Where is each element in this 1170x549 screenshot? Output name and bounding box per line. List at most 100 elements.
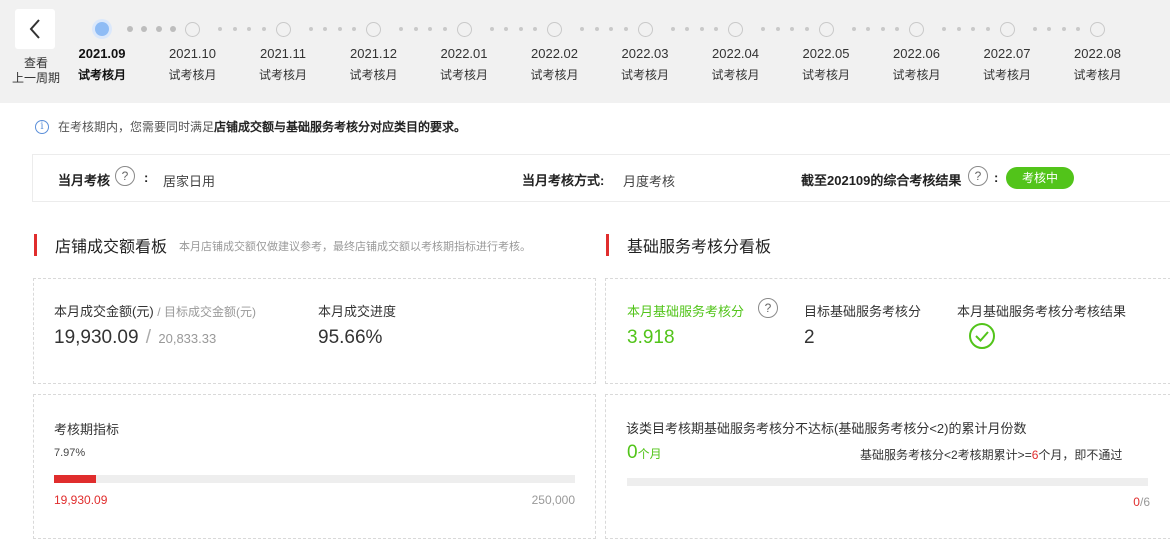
timeline-connector-dot — [413, 27, 418, 31]
timeline-node[interactable] — [365, 20, 383, 38]
info-icon: i — [35, 119, 49, 134]
chevron-left-icon — [29, 19, 40, 39]
timeline-connector-dot — [261, 27, 266, 31]
timeline-month[interactable]: 2022.02 — [515, 46, 595, 61]
timeline-node[interactable] — [727, 20, 745, 38]
timeline-node[interactable] — [817, 20, 835, 38]
timeline-connector-dot — [442, 27, 447, 31]
timeline-connector-dot — [804, 27, 809, 31]
assessment-info-row: 当月考核 ? : 居家日用 当月考核方式: 月度考核 截至202109的综合考核… — [32, 154, 1170, 202]
status-badge: 考核中 — [1006, 167, 1074, 189]
monthly-progress-label: 本月成交进度 — [318, 304, 397, 319]
fail-counter: 0/6 — [1133, 495, 1150, 509]
timeline-connector-dot — [775, 27, 780, 31]
timeline-status: 试考核月 — [258, 68, 307, 82]
timeline-status: 试考核月 — [801, 68, 850, 82]
timeline-node[interactable] — [274, 20, 292, 38]
timeline-connector-dot — [866, 27, 870, 31]
timeline-month[interactable]: 2022.01 — [424, 46, 504, 61]
timeline-month[interactable]: 2022.06 — [877, 46, 957, 61]
period-progress-fill — [54, 475, 96, 483]
timeline-status: 试考核月 — [620, 68, 669, 82]
timeline-connector-dot — [670, 27, 675, 31]
timeline-connector-dot — [971, 27, 975, 31]
timeline-node[interactable] — [546, 20, 564, 38]
help-icon[interactable]: ? — [968, 166, 988, 186]
timeline-connector-dot — [761, 27, 765, 31]
help-icon[interactable]: ? — [115, 166, 135, 186]
timeline-connector-dot — [895, 27, 899, 31]
timeline-month[interactable]: 2022.07 — [967, 46, 1047, 61]
timeline-node[interactable] — [455, 20, 473, 38]
timeline-status: 试考核月 — [168, 68, 217, 82]
previous-cycle-label[interactable]: 查看 上一周期 — [6, 56, 66, 86]
fail-months-label: 该类目考核期基础服务考核分不达标(基础服务考核分<2)的累计月份数 — [626, 421, 1027, 436]
timeline-status: 试考核月 — [530, 68, 579, 82]
check-icon — [969, 323, 995, 349]
timeline-connector-dot — [699, 27, 704, 31]
timeline-connector-dot — [337, 27, 342, 31]
timeline-connector-dot — [155, 26, 162, 32]
timeline-node[interactable] — [908, 20, 926, 38]
timeline-month[interactable]: 2022.05 — [786, 46, 866, 61]
timeline-connector-dot — [428, 27, 432, 31]
timeline-connector-dot — [141, 26, 147, 32]
previous-cycle-button[interactable] — [15, 9, 55, 49]
timeline-connector-dot — [609, 27, 613, 31]
timeline-connector-dot — [323, 27, 327, 31]
timeline-connector-dot — [851, 27, 856, 31]
timeline-connector-dot — [247, 27, 251, 31]
timeline-connector-dot — [352, 27, 356, 31]
timeline-connector-dot — [1061, 27, 1066, 31]
fail-months-value: 0个月 — [627, 442, 662, 463]
timeline-connector-dot — [880, 27, 885, 31]
timeline-status: 试考核月 — [77, 68, 126, 82]
help-icon[interactable]: ? — [758, 298, 778, 318]
fail-rule-text: 基础服务考核分<2考核期累计>=6个月，即不通过 — [860, 448, 1123, 462]
timeline-connector-dot — [518, 27, 523, 31]
timeline-status: 试考核月 — [982, 68, 1031, 82]
timeline-month[interactable]: 2021.11 — [243, 46, 323, 61]
timeline-connector-dot — [956, 27, 961, 31]
timeline-connector-dot — [232, 27, 237, 31]
timeline-node[interactable] — [184, 20, 202, 38]
timeline-connector-dot — [126, 26, 133, 32]
timeline-month[interactable]: 2021.09 — [62, 46, 142, 61]
service-result-label: 本月基础服务考核分考核结果 — [957, 304, 1127, 319]
category-value: 居家日用 — [163, 174, 216, 189]
timeline-connector-dot — [1076, 27, 1080, 31]
timeline-node[interactable] — [1089, 20, 1107, 38]
timeline-month[interactable]: 2022.04 — [696, 46, 776, 61]
timeline-node[interactable] — [998, 20, 1016, 38]
period-target-card: 考核期指标 7.97% 19,930.09 250,000 — [33, 394, 596, 539]
period-target-value: 250,000 — [531, 493, 575, 507]
timeline-node[interactable] — [636, 20, 654, 38]
timeline-status: 试考核月 — [1073, 68, 1122, 82]
timeline-connector-dot — [489, 27, 494, 31]
assessment-notice: i 在考核期内，您需要同时满足 店铺成交额与基础服务考核分对应类目的要求。 — [35, 118, 466, 135]
target-score-value: 2 — [804, 327, 815, 348]
service-score-label: 本月基础服务考核分 — [627, 304, 745, 319]
timeline-month[interactable]: 2022.08 — [1058, 46, 1138, 61]
timeline-node[interactable] — [93, 20, 111, 38]
timeline-month[interactable]: 2021.12 — [334, 46, 414, 61]
assessment-method-label: 当月考核方式: — [522, 173, 605, 188]
timeline-connector-dot — [594, 27, 599, 31]
assessment-method-value: 月度考核 — [623, 174, 676, 189]
timeline-connector-dot — [170, 26, 176, 32]
timeline-connector-dot — [1047, 27, 1051, 31]
timeline-connector-dot — [942, 27, 946, 31]
timeline-connector-dot — [580, 27, 584, 31]
period-target-label: 考核期指标 — [54, 422, 120, 437]
monthly-amount-label: 本月成交金额(元) / 目标成交金额(元) — [54, 304, 256, 319]
timeline-connector-dot — [685, 27, 689, 31]
timeline-connector-dot — [1032, 27, 1037, 31]
timeline-status: 试考核月 — [892, 68, 941, 82]
timeline-month[interactable]: 2022.03 — [605, 46, 685, 61]
service-board-heading: 基础服务考核分看板 — [606, 233, 771, 257]
period-current-value: 19,930.09 — [54, 493, 108, 507]
timeline-connector-dot — [714, 27, 718, 31]
timeline-connector-dot — [308, 27, 313, 31]
timeline-month[interactable]: 2021.10 — [153, 46, 233, 61]
fail-progress-bar — [627, 478, 1148, 486]
